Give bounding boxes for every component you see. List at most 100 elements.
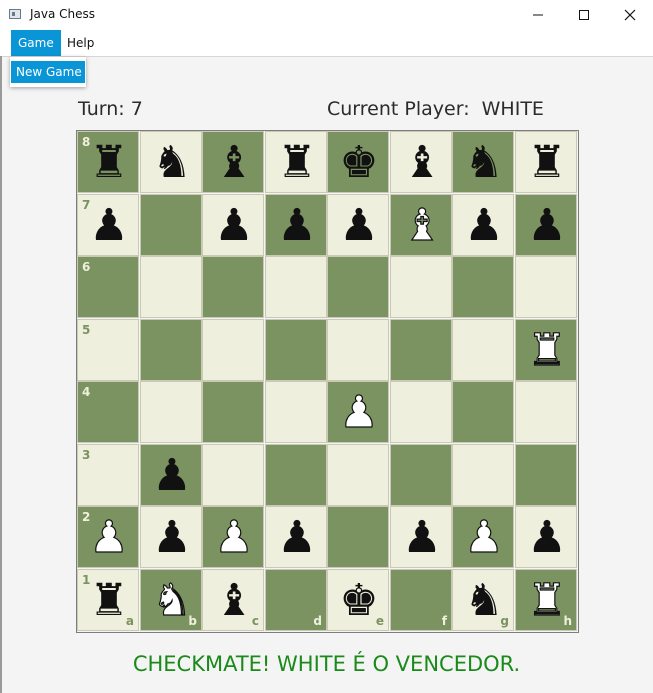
square-f7[interactable]: ♝ — [390, 194, 452, 256]
square-g6[interactable] — [452, 256, 514, 318]
black-pawn-icon[interactable]: ♟ — [328, 195, 390, 257]
black-pawn-icon[interactable]: ♟ — [453, 195, 515, 257]
square-f3[interactable] — [390, 444, 452, 506]
white-rook-icon[interactable]: ♜ — [516, 570, 578, 632]
black-rook-icon[interactable]: ♜ — [78, 570, 140, 632]
black-pawn-icon[interactable]: ♟ — [266, 507, 328, 569]
black-king-icon[interactable]: ♚ — [328, 132, 390, 194]
square-d4[interactable] — [265, 381, 327, 443]
black-bishop-icon[interactable]: ♝ — [391, 132, 453, 194]
square-b7[interactable] — [140, 194, 202, 256]
menu-game[interactable]: Game — [11, 30, 61, 56]
square-f6[interactable] — [390, 256, 452, 318]
black-pawn-icon[interactable]: ♟ — [141, 445, 203, 507]
square-h3[interactable] — [515, 444, 577, 506]
white-knight-icon[interactable]: ♞ — [141, 570, 203, 632]
black-knight-icon[interactable]: ♞ — [453, 132, 515, 194]
square-e7[interactable]: ♟ — [327, 194, 389, 256]
square-a5[interactable]: 5 — [77, 319, 139, 381]
square-e3[interactable] — [327, 444, 389, 506]
square-e4[interactable]: ♟ — [327, 381, 389, 443]
square-d5[interactable] — [265, 319, 327, 381]
square-e1[interactable]: e ♚ — [327, 569, 389, 631]
square-c3[interactable] — [202, 444, 264, 506]
maximize-button[interactable] — [561, 0, 607, 30]
square-g3[interactable] — [452, 444, 514, 506]
square-e2[interactable] — [327, 506, 389, 568]
square-f2[interactable]: ♟ — [390, 506, 452, 568]
square-h8[interactable]: ♜ — [515, 131, 577, 193]
square-g5[interactable] — [452, 319, 514, 381]
square-f1[interactable]: f — [390, 569, 452, 631]
square-b8[interactable]: ♞ — [140, 131, 202, 193]
square-b5[interactable] — [140, 319, 202, 381]
black-pawn-icon[interactable]: ♟ — [203, 195, 265, 257]
black-pawn-icon[interactable]: ♟ — [78, 195, 140, 257]
square-g2[interactable]: ♟ — [452, 506, 514, 568]
square-h6[interactable] — [515, 256, 577, 318]
square-c6[interactable] — [202, 256, 264, 318]
black-bishop-icon[interactable]: ♝ — [203, 570, 265, 632]
square-g8[interactable]: ♞ — [452, 131, 514, 193]
square-a8[interactable]: 8 ♜ — [77, 131, 139, 193]
square-c7[interactable]: ♟ — [202, 194, 264, 256]
menu-item-new-game[interactable]: New Game — [11, 61, 85, 83]
square-e6[interactable] — [327, 256, 389, 318]
square-d6[interactable] — [265, 256, 327, 318]
black-pawn-icon[interactable]: ♟ — [516, 507, 578, 569]
square-a1[interactable]: 1 a ♜ — [77, 569, 139, 631]
square-d2[interactable]: ♟ — [265, 506, 327, 568]
square-a6[interactable]: 6 — [77, 256, 139, 318]
square-g1[interactable]: g ♞ — [452, 569, 514, 631]
square-d3[interactable] — [265, 444, 327, 506]
square-f5[interactable] — [390, 319, 452, 381]
square-h7[interactable]: ♟ — [515, 194, 577, 256]
menu-help[interactable]: Help — [60, 30, 101, 56]
black-rook-icon[interactable]: ♜ — [78, 132, 140, 194]
square-f8[interactable]: ♝ — [390, 131, 452, 193]
square-b2[interactable]: ♟ — [140, 506, 202, 568]
black-pawn-icon[interactable]: ♟ — [516, 195, 578, 257]
square-c1[interactable]: c ♝ — [202, 569, 264, 631]
black-knight-icon[interactable]: ♞ — [141, 132, 203, 194]
white-pawn-icon[interactable]: ♟ — [453, 507, 515, 569]
square-b6[interactable] — [140, 256, 202, 318]
square-c8[interactable]: ♝ — [202, 131, 264, 193]
minimize-button[interactable] — [515, 0, 561, 30]
black-rook-icon[interactable]: ♜ — [516, 132, 578, 194]
square-g7[interactable]: ♟ — [452, 194, 514, 256]
square-d7[interactable]: ♟ — [265, 194, 327, 256]
square-b1[interactable]: b ♞ — [140, 569, 202, 631]
square-c5[interactable] — [202, 319, 264, 381]
white-rook-icon[interactable]: ♜ — [516, 320, 578, 382]
square-h4[interactable] — [515, 381, 577, 443]
square-c2[interactable]: ♟ — [202, 506, 264, 568]
white-pawn-icon[interactable]: ♟ — [203, 507, 265, 569]
square-f4[interactable] — [390, 381, 452, 443]
square-a2[interactable]: 2 ♟ — [77, 506, 139, 568]
square-g4[interactable] — [452, 381, 514, 443]
white-bishop-icon[interactable]: ♝ — [391, 195, 453, 257]
black-rook-icon[interactable]: ♜ — [266, 132, 328, 194]
square-h5[interactable]: ♜ — [515, 319, 577, 381]
square-d8[interactable]: ♜ — [265, 131, 327, 193]
square-a3[interactable]: 3 — [77, 444, 139, 506]
white-pawn-icon[interactable]: ♟ — [78, 507, 140, 569]
black-knight-icon[interactable]: ♞ — [453, 570, 515, 632]
close-button[interactable] — [607, 0, 653, 30]
square-h1[interactable]: h ♜ — [515, 569, 577, 631]
square-b4[interactable] — [140, 381, 202, 443]
square-e8[interactable]: ♚ — [327, 131, 389, 193]
square-b3[interactable]: ♟ — [140, 444, 202, 506]
square-a4[interactable]: 4 — [77, 381, 139, 443]
square-c4[interactable] — [202, 381, 264, 443]
black-pawn-icon[interactable]: ♟ — [141, 507, 203, 569]
square-h2[interactable]: ♟ — [515, 506, 577, 568]
black-pawn-icon[interactable]: ♟ — [391, 507, 453, 569]
square-e5[interactable] — [327, 319, 389, 381]
square-a7[interactable]: 7 ♟ — [77, 194, 139, 256]
black-pawn-icon[interactable]: ♟ — [266, 195, 328, 257]
square-d1[interactable]: d — [265, 569, 327, 631]
white-pawn-icon[interactable]: ♟ — [328, 382, 390, 444]
black-king-icon[interactable]: ♚ — [328, 570, 390, 632]
